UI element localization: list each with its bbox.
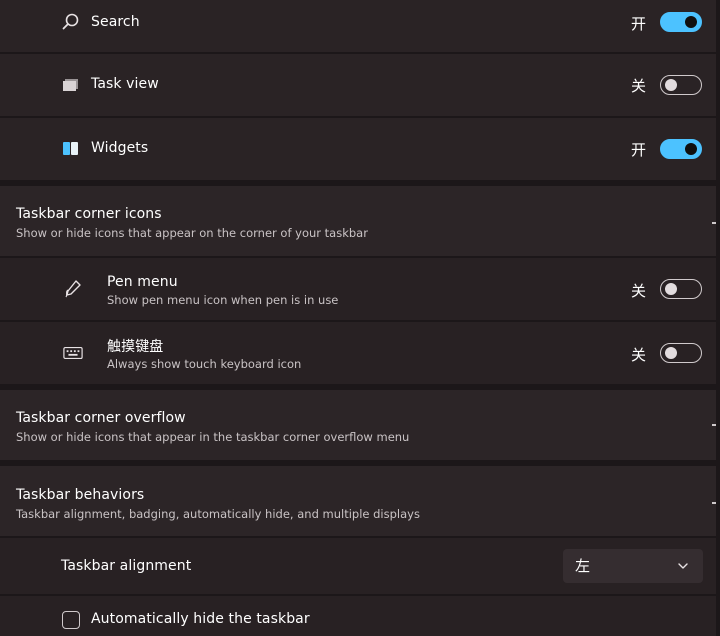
corner-overflow-title: Taskbar corner overflow: [16, 410, 186, 426]
taskbar-alignment-dropdown[interactable]: 左: [563, 549, 703, 583]
setting-row-task-view: Task view 关: [0, 54, 716, 116]
toggle-knob: [665, 283, 677, 295]
touch-keyboard-state-text: 关: [631, 346, 647, 364]
behaviors-title: Taskbar behaviors: [16, 487, 145, 503]
widgets-state-text: 开: [631, 141, 647, 159]
task-view-state-text: 关: [631, 77, 647, 95]
chevron-down-icon: [678, 563, 688, 569]
touch-keyboard-description: Always show touch keyboard icon: [107, 357, 302, 371]
task-view-toggle[interactable]: [660, 75, 702, 95]
pen-menu-toggle[interactable]: [660, 279, 702, 299]
taskbar-alignment-label: Taskbar alignment: [61, 558, 192, 574]
auto-hide-label[interactable]: Automatically hide the taskbar: [91, 611, 310, 627]
widgets-icon: [63, 142, 78, 155]
corner-icons-description: Show or hide icons that appear on the co…: [16, 226, 368, 240]
section-header-corner-icons[interactable]: Taskbar corner icons Show or hide icons …: [0, 186, 716, 256]
toggle-knob: [665, 347, 677, 359]
section-header-behaviors[interactable]: Taskbar behaviors Taskbar alignment, bad…: [0, 466, 716, 536]
behaviors-description: Taskbar alignment, badging, automaticall…: [16, 507, 420, 521]
task-view-label: Task view: [91, 76, 159, 92]
corner-overflow-description: Show or hide icons that appear in the ta…: [16, 430, 410, 444]
task-view-icon: [63, 79, 78, 91]
collapse-chevron-icon[interactable]: [712, 502, 716, 504]
search-icon: [62, 13, 79, 30]
expand-chevron-icon[interactable]: [712, 424, 716, 426]
corner-icons-title: Taskbar corner icons: [16, 206, 162, 222]
setting-row-search: Search 开: [0, 0, 716, 52]
taskbar-alignment-value: 左: [575, 557, 591, 575]
widgets-label: Widgets: [91, 140, 149, 156]
taskbar-settings-page: Search 开 Task view 关 Widgets 开 Taskbar c…: [0, 0, 720, 636]
pen-icon: [65, 280, 81, 298]
keyboard-icon: [63, 346, 83, 360]
setting-row-widgets: Widgets 开: [0, 118, 716, 180]
search-state-text: 开: [631, 15, 647, 33]
toggle-knob: [665, 79, 677, 91]
touch-keyboard-label: 触摸键盘: [107, 339, 164, 355]
widgets-toggle[interactable]: [660, 139, 702, 159]
pen-menu-state-text: 关: [631, 282, 647, 300]
setting-row-touch-keyboard: 触摸键盘 Always show touch keyboard icon 关: [0, 322, 716, 384]
touch-keyboard-toggle[interactable]: [660, 343, 702, 363]
toggle-knob: [685, 16, 697, 28]
toggle-knob: [685, 143, 697, 155]
collapse-chevron-icon[interactable]: [712, 222, 716, 224]
auto-hide-checkbox[interactable]: [62, 611, 80, 629]
pen-menu-label: Pen menu: [107, 274, 178, 290]
setting-row-pen-menu: Pen menu Show pen menu icon when pen is …: [0, 258, 716, 320]
pen-menu-description: Show pen menu icon when pen is in use: [107, 293, 339, 307]
setting-row-taskbar-alignment: Taskbar alignment 左: [0, 538, 716, 594]
setting-row-auto-hide: Automatically hide the taskbar: [0, 596, 716, 636]
section-header-corner-overflow[interactable]: Taskbar corner overflow Show or hide ico…: [0, 390, 716, 460]
search-label: Search: [91, 14, 140, 30]
search-toggle[interactable]: [660, 12, 702, 32]
